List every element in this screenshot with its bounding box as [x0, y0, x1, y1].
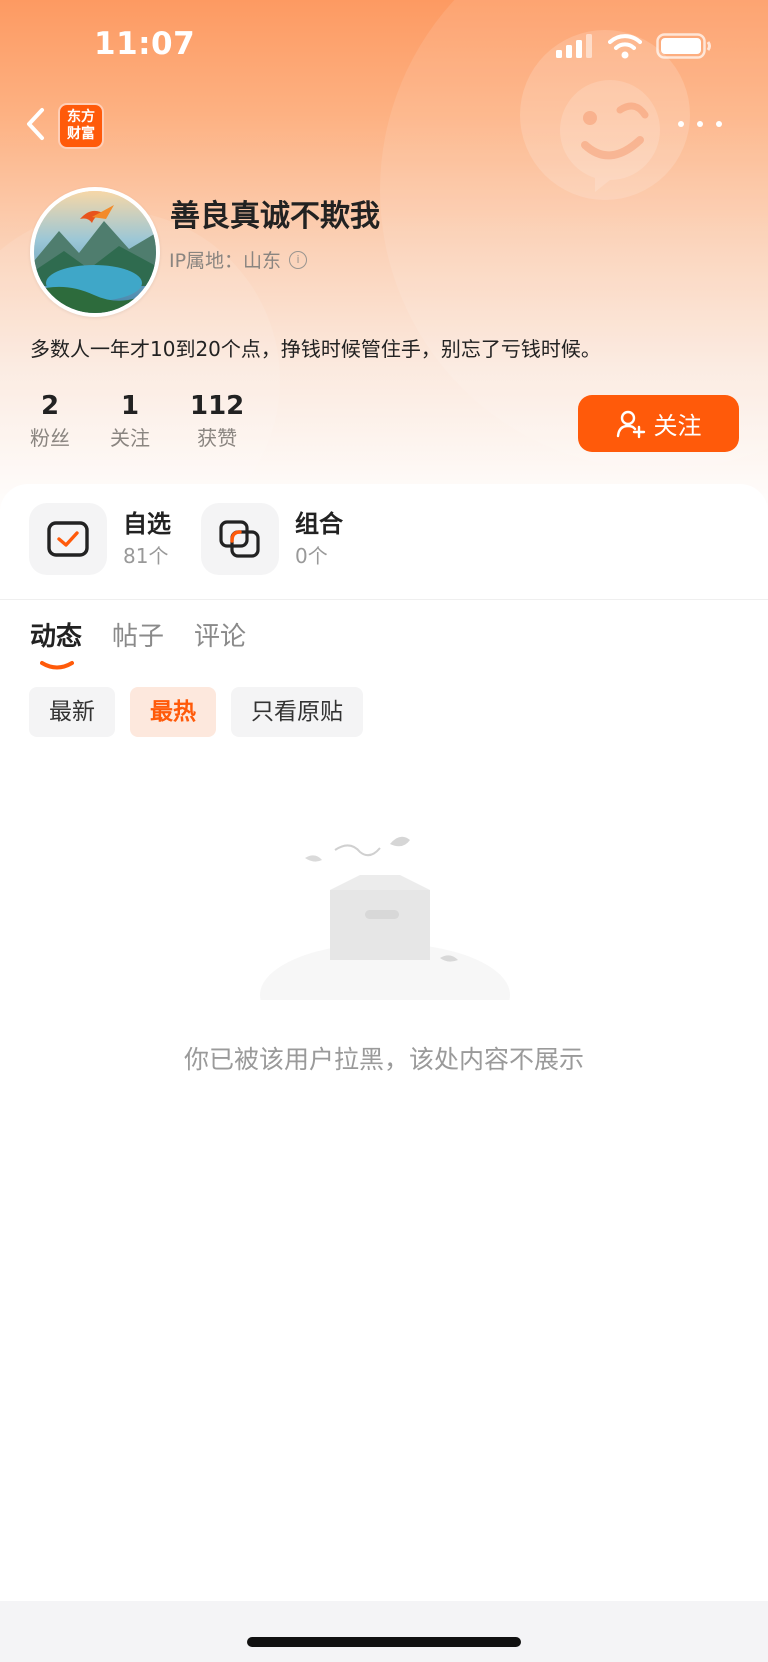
- stat-label: 粉丝: [30, 426, 70, 450]
- bio: 多数人一年才10到20个点，挣钱时候管住手，别忘了亏钱时候。: [30, 337, 601, 361]
- watchlist-title: 自选: [123, 510, 171, 538]
- tab-comments[interactable]: 评论: [194, 617, 246, 657]
- follow-button[interactable]: 关注: [578, 395, 739, 452]
- tab-posts[interactable]: 帖子: [112, 617, 164, 657]
- tab-active-indicator: [40, 661, 74, 670]
- back-arrow-icon[interactable]: [22, 104, 52, 144]
- info-icon[interactable]: i: [289, 250, 308, 269]
- portfolio-entry[interactable]: 组合 0个: [201, 503, 343, 575]
- stat-following[interactable]: 1 关注: [110, 389, 150, 453]
- stat-likes[interactable]: 112 获赞: [190, 389, 244, 453]
- tab-label: 帖子: [112, 622, 165, 652]
- home-indicator[interactable]: [247, 1637, 521, 1647]
- add-user-icon: [616, 410, 645, 438]
- divider: [0, 599, 768, 600]
- app-logo[interactable]: 东方 财富: [58, 103, 104, 149]
- empty-box-illustration: [260, 836, 510, 1000]
- tab-label: 评论: [194, 622, 247, 652]
- logo-text: 财富: [67, 126, 95, 142]
- avatar-landscape-image: [34, 191, 156, 313]
- chip-hottest[interactable]: 最热: [130, 687, 216, 737]
- battery-icon: [656, 33, 711, 59]
- checkbox-icon: [47, 521, 89, 557]
- watchlist-count: 81个: [123, 544, 169, 568]
- ip-location-text: IP属地：山东: [169, 250, 282, 272]
- tab-activity[interactable]: 动态: [30, 617, 83, 670]
- tab-label: 动态: [30, 622, 83, 652]
- ip-location: IP属地：山东 i: [169, 246, 308, 273]
- stat-value: 1: [120, 391, 140, 421]
- signal-icon: [556, 34, 592, 58]
- stat-value: 2: [40, 391, 60, 421]
- watchlist-entry[interactable]: 自选 81个: [29, 503, 171, 575]
- more-options-button[interactable]: [678, 112, 722, 136]
- logo-text: 东方: [67, 109, 95, 125]
- wifi-icon: [608, 34, 642, 59]
- status-icons: [556, 32, 712, 60]
- stat-value: 112: [190, 391, 245, 421]
- stat-label: 关注: [110, 426, 150, 450]
- dot: [716, 121, 722, 127]
- filter-chips: 最新 最热 只看原贴: [29, 687, 363, 737]
- portfolio-icon: [219, 520, 260, 558]
- portfolio-title: 组合: [295, 510, 343, 538]
- chip-latest[interactable]: 最新: [29, 687, 115, 737]
- bottom-safe-area: [0, 1601, 768, 1662]
- avatar[interactable]: [30, 187, 160, 317]
- stat-label: 获赞: [197, 426, 238, 450]
- dot: [678, 121, 684, 127]
- tab-bar: 动态 帖子 评论: [30, 617, 246, 670]
- dot: [697, 121, 703, 127]
- portfolio-icon-tile: [201, 503, 279, 575]
- chip-original-only[interactable]: 只看原贴: [231, 687, 363, 737]
- follow-button-label: 关注: [653, 412, 702, 440]
- mascot-face-watermark: [559, 80, 660, 192]
- status-time: 11:07: [94, 26, 196, 62]
- watchlist-icon-tile: [29, 503, 107, 575]
- username: 善良真诚不欺我: [170, 199, 380, 234]
- stats-row: 2 粉丝 1 关注 112 获赞: [30, 389, 284, 453]
- portfolio-count: 0个: [295, 544, 328, 568]
- empty-state-message: 你已被该用户拉黑，该处内容不展示: [183, 1045, 584, 1074]
- stat-fans[interactable]: 2 粉丝: [30, 389, 70, 453]
